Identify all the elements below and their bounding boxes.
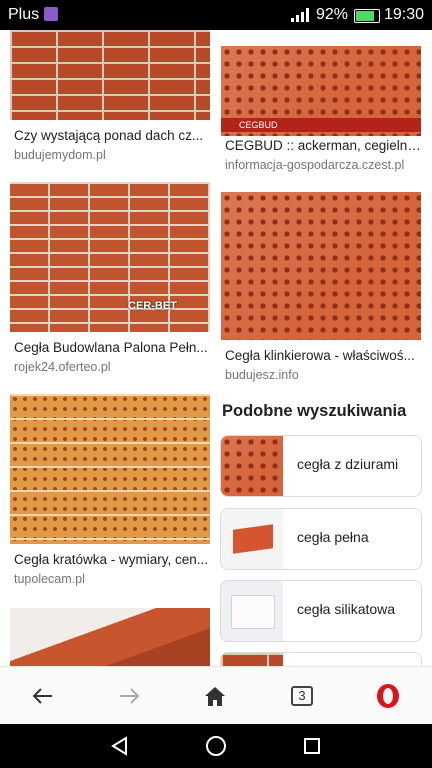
similar-search-item[interactable]: cegła silikatowa [220,580,422,642]
similar-searches-title: Podobne wyszukiwania [222,402,407,420]
home-icon [205,687,225,706]
similar-search-thumbnail [221,509,283,569]
image-results: Czy wystającą ponad dach cz... budujemyd… [0,30,432,666]
opera-logo-icon [377,684,399,708]
tabs-button[interactable]: 3 [287,681,317,711]
system-back-button[interactable] [109,735,131,757]
back-arrow-icon [32,688,52,704]
result-title[interactable]: Cegła Budowlana Palona Pełn... [14,340,210,355]
result-title[interactable]: Cegła kratówka - wymiary, cen... [14,552,210,567]
gallery-notification-icon [44,7,58,21]
result-source: informacja-gospodarcza.czest.pl [225,158,405,172]
result-thumbnail[interactable] [10,394,210,544]
status-bar: Plus 92% 19:30 [0,0,432,30]
carrier-label: Plus [8,6,40,23]
back-button[interactable] [28,681,58,711]
result-card[interactable]: Cegła klinkierowa - właściwoś... budujes… [221,192,423,392]
result-source: tupolecam.pl [14,572,85,586]
triangle-back-icon [111,736,127,756]
result-card[interactable]: Czy wystającą ponad dach cz... budujemyd… [10,30,212,162]
result-source: budujemydom.pl [14,148,106,162]
result-title[interactable]: Czy wystającą ponad dach cz... [14,128,210,143]
result-card[interactable]: CEGBUD CEGBUD :: ackerman, cegielni... i… [221,46,423,186]
forward-arrow-icon [120,688,140,704]
result-source: rojek24.oferteo.pl [14,360,111,374]
result-source: budujesz.info [225,368,299,382]
similar-search-item[interactable]: cegła z dziurami [220,435,422,497]
battery-percent: 92% [316,6,349,23]
circle-home-icon [206,736,226,756]
result-card[interactable]: CER-BET Cegła Budowlana Palona Pełn... r… [10,182,212,382]
clock: 19:30 [384,6,425,23]
battery-icon [354,9,380,23]
result-thumbnail[interactable] [10,30,210,120]
result-card[interactable]: Cegła kratówka - wymiary, cen... tupolec… [10,394,212,594]
result-title[interactable]: CEGBUD :: ackerman, cegielni... [225,138,421,153]
similar-search-label: cegła silikatowa [297,601,396,617]
result-thumbnail[interactable]: CER-BET [10,182,210,332]
result-card[interactable] [10,608,212,666]
similar-search-label: cegła z dziurami [297,456,399,472]
cerbet-watermark: CER-BET [128,300,177,312]
forward-button[interactable] [114,681,144,711]
similar-search-item[interactable] [220,652,422,666]
cegbud-banner: CEGBUD [221,118,421,132]
similar-search-label: cegła pełna [297,529,369,545]
similar-search-thumbnail [221,653,283,666]
system-navigation-bar [0,724,432,768]
tabs-count: 3 [291,686,313,706]
square-recents-icon [304,738,320,754]
opera-menu-button[interactable] [373,681,403,711]
result-thumbnail[interactable] [221,192,421,340]
browser-toolbar: 3 [0,666,432,725]
home-button[interactable] [200,681,230,711]
result-thumbnail[interactable]: CEGBUD [221,46,421,136]
similar-search-thumbnail [221,581,283,641]
system-home-button[interactable] [205,735,227,757]
system-recents-button[interactable] [301,735,323,757]
result-title[interactable]: Cegła klinkierowa - właściwoś... [225,348,421,363]
similar-search-thumbnail [221,436,283,496]
result-thumbnail[interactable] [10,608,210,666]
similar-search-item[interactable]: cegła pełna [220,508,422,570]
signal-icon [290,7,312,28]
